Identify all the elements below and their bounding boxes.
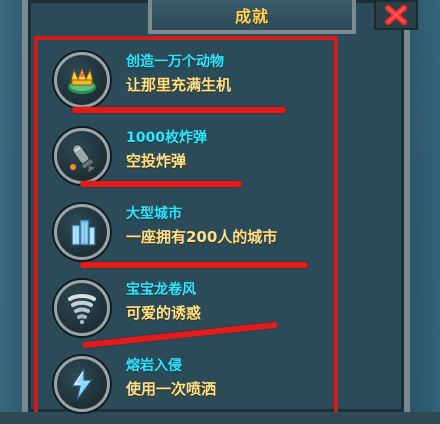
achievements-list: 创造一万个动物 让那里充满生机 1000枚炸弹 空投炸弹 大型城市 一座拥有20… <box>44 44 334 412</box>
red-underline <box>80 181 242 187</box>
red-underline <box>72 107 286 113</box>
achievement-item[interactable]: 熔岩入侵 使用一次喷洒 <box>44 348 334 424</box>
lightning-icon <box>54 356 110 412</box>
world-edge-right <box>410 0 440 412</box>
city-building-icon <box>54 204 110 260</box>
achievement-description: 让那里充满生机 <box>126 76 232 94</box>
panel-title: 成就 <box>234 7 269 26</box>
panel-title-tab: 成就 <box>148 0 356 34</box>
red-underline <box>80 262 308 268</box>
achievement-title: 宝宝龙卷风 <box>126 282 196 298</box>
bomb-icon <box>54 128 110 184</box>
achievement-description: 一座拥有200人的城市 <box>126 228 278 246</box>
achievement-title: 熔岩入侵 <box>126 358 182 374</box>
achievement-item[interactable]: 创造一万个动物 让那里充满生机 <box>44 44 334 120</box>
achievement-item[interactable]: 宝宝龙卷风 可爱的诱惑 <box>44 272 334 349</box>
achievement-description: 空投炸弹 <box>126 152 187 170</box>
tornado-icon <box>54 280 110 336</box>
achievement-item[interactable]: 大型城市 一座拥有200人的城市 <box>44 196 334 272</box>
achievement-description: 可爱的诱惑 <box>126 304 202 322</box>
red-underline <box>82 321 278 349</box>
achievement-item[interactable]: 1000枚炸弹 空投炸弹 <box>44 120 334 196</box>
achievement-description: 使用一次喷洒 <box>126 380 217 398</box>
achievement-title: 创造一万个动物 <box>126 54 224 70</box>
achievement-title: 大型城市 <box>126 206 182 222</box>
close-x-icon <box>385 5 407 25</box>
close-button[interactable] <box>374 0 418 30</box>
animal-crown-icon <box>54 52 110 108</box>
achievement-title: 1000枚炸弹 <box>126 130 207 146</box>
